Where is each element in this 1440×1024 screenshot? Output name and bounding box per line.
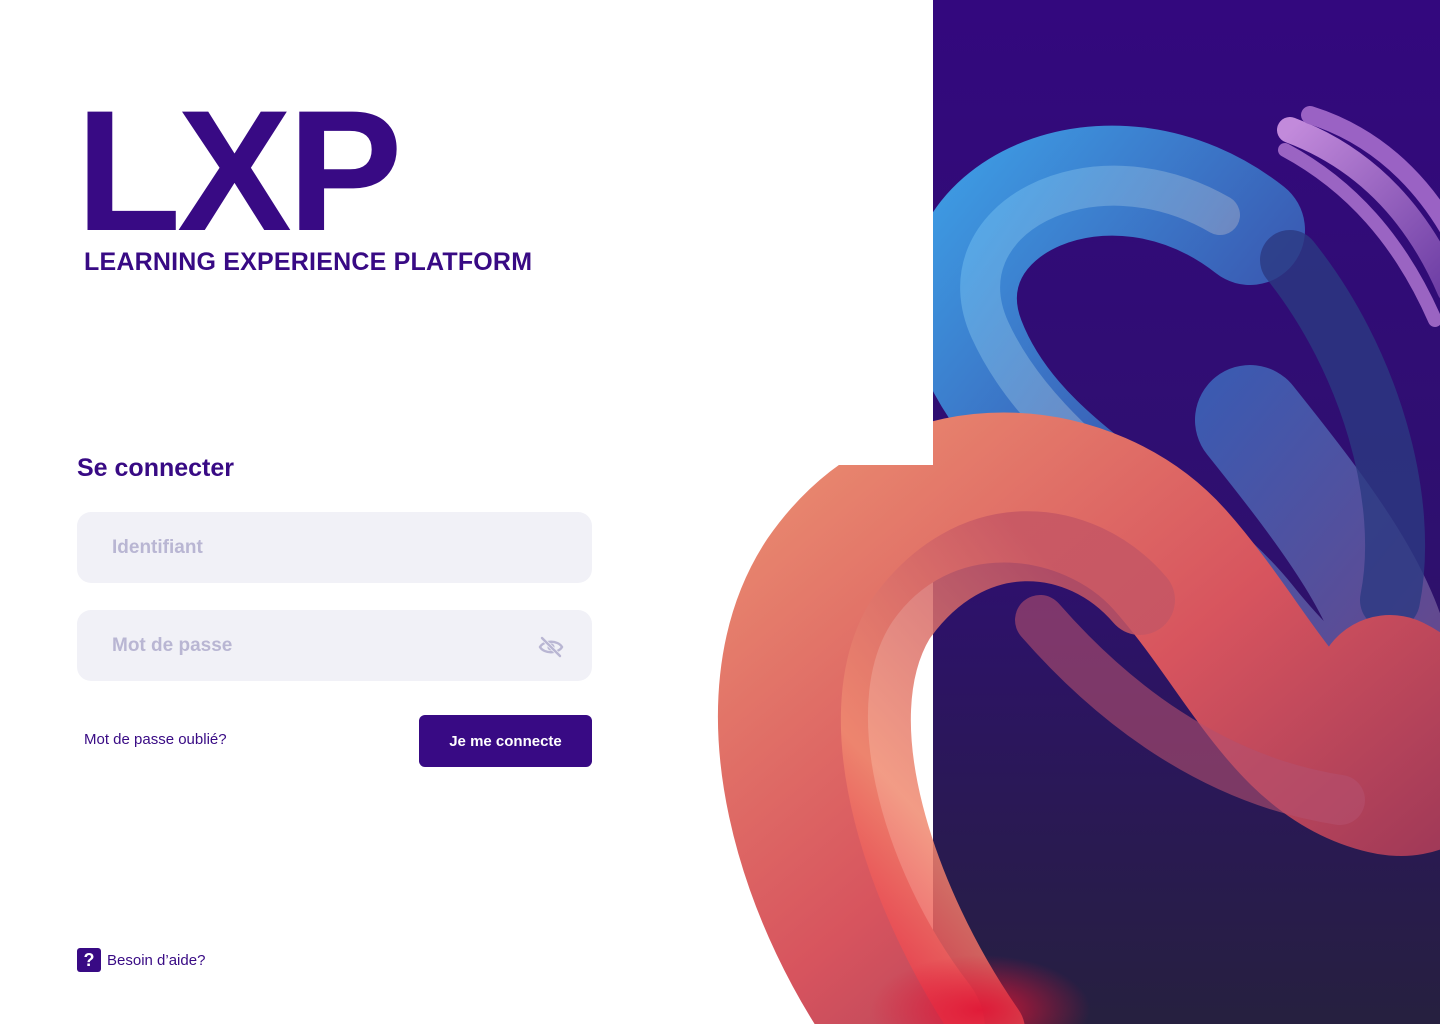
username-input[interactable]	[77, 512, 592, 583]
help-link[interactable]: ? Besoin d’aide?	[77, 948, 205, 972]
logo: LXP	[76, 75, 403, 267]
username-field	[77, 512, 592, 583]
login-button[interactable]: Je me connecte	[419, 715, 592, 767]
brand-tagline: LEARNING EXPERIENCE PLATFORM	[84, 248, 533, 276]
eye-off-icon[interactable]	[538, 635, 564, 659]
login-title: Se connecter	[77, 454, 235, 482]
password-input[interactable]	[77, 610, 592, 681]
forgot-password-link[interactable]: Mot de passe oublié?	[84, 731, 227, 748]
password-field	[77, 610, 592, 681]
help-label: Besoin d’aide?	[107, 951, 206, 969]
question-icon: ?	[77, 948, 101, 972]
